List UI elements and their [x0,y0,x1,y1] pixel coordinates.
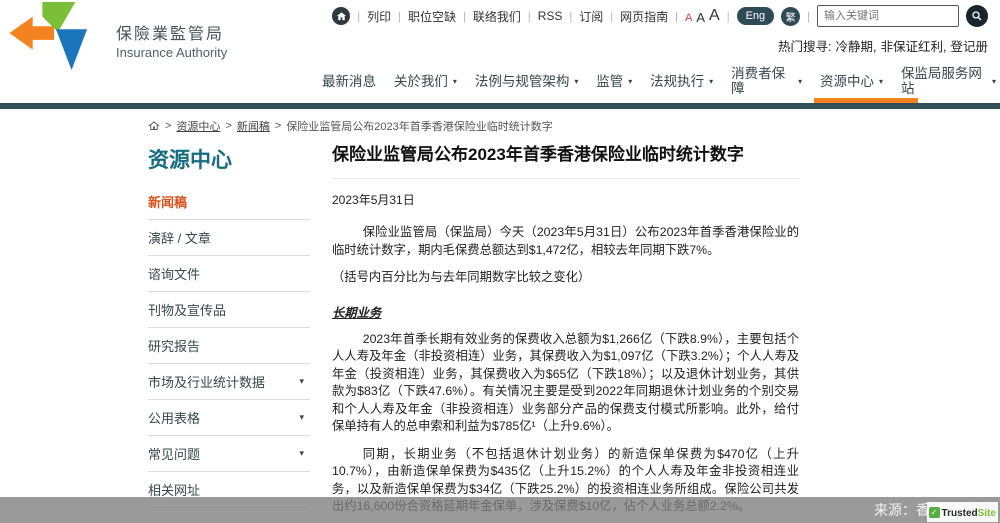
logo-title-en: Insurance Authority [116,45,227,60]
hot-search-term[interactable]: 非保证红利 [880,36,946,55]
nav-item-resource-centre[interactable]: 资源中心 ▾ [820,61,883,101]
main-nav: 最新消息 关於我们 ▾ 法例与规管架构 ▾ 监管 ▾ 法规执行 ▾ 消费者保障 … [322,61,996,101]
utility-bar: 列印 职位空缺 联络我们 RSS 订阅 网页指南 A A A Eng 繁 [332,5,988,27]
logo-title-zh: 保險業監管局 [116,20,227,44]
separator [807,9,810,23]
breadcrumb-link-press-releases[interactable]: 新闻稿 [237,118,270,134]
nav-item-ia-service-portal[interactable]: 保监局服务网站 ▾ [901,61,996,101]
sidebar-item-publications[interactable]: 刊物及宣传品 [148,292,310,328]
site-header: 保險業監管局 Insurance Authority 列印 职位空缺 联络我们 … [0,0,1000,103]
chevron-down-icon: ▾ [709,77,713,86]
logo[interactable]: 保險業監管局 Insurance Authority [6,2,227,70]
chevron-down-icon: ▾ [574,77,578,86]
separator [398,9,401,23]
chevron-down-icon: ▾ [299,412,308,423]
sidebar-item-research-reports[interactable]: 研究报告 [148,328,310,364]
chevron-down-icon: ▾ [453,77,457,86]
nav-item-legislation[interactable]: 法例与规管架构 ▾ [475,61,579,101]
page-title: 保险业监管局公布2023年首季香港保险业临时统计数字 [332,140,799,179]
page: 保險業監管局 Insurance Authority 列印 职位空缺 联络我们 … [0,0,1000,523]
hot-search: 热门搜寻: 冷静期 非保证红利 登记册 [778,36,988,55]
separator [727,9,730,23]
breadcrumb: > 资源中心 > 新闻稿 > 保险业监管局公布2023年首季香港保险业临时统计数… [0,109,1000,140]
article-paragraph: （括号内百分比为与去年同期数字比较之变化） [332,269,799,287]
section-heading-long-term-business: 长期业务 [332,303,799,321]
search-icon [971,10,983,22]
nav-item-enforcement[interactable]: 法规执行 ▾ [650,61,713,101]
separator [357,9,360,23]
nav-item-about[interactable]: 关於我们 ▾ [394,61,457,101]
chevron-down-icon: ▾ [628,77,632,86]
sidebar-item-faq[interactable]: 常见问题 ▾ [148,436,310,472]
lang-traditional-button[interactable]: 繁 [781,7,800,26]
link-rss[interactable]: RSS [538,9,563,23]
content-area: 资源中心 新闻稿 演辞 / 文章 谘询文件 刊物及宣传品 研究报告 市场及行业统… [0,140,1000,523]
separator [675,9,678,23]
chevron-down-icon: ▾ [992,77,996,86]
link-print[interactable]: 列印 [367,8,391,25]
trustedsite-badge[interactable]: ✓ TrustedSite [927,502,998,522]
sidebar-item-public-forms[interactable]: 公用表格 ▾ [148,400,310,436]
search-input[interactable] [817,5,959,27]
home-icon[interactable] [332,7,350,25]
font-size-controls: A A A [685,8,720,24]
article: 保险业监管局公布2023年首季香港保险业临时统计数字 2023年5月31日 保险… [332,140,799,523]
hot-search-term[interactable]: 冷静期 [835,36,876,55]
separator [569,9,572,23]
article-paragraph: 保险业监管局（保监局）今天（2023年5月31日）公布2023年首季香港保险业的… [332,224,799,259]
sidebar-item-market-statistics[interactable]: 市场及行业统计数据 ▾ [148,364,310,400]
nav-item-consumer-protection[interactable]: 消费者保障 ▾ [731,61,802,101]
breadcrumb-current: 保险业监管局公布2023年首季香港保险业临时统计数字 [286,118,552,134]
hot-search-term[interactable]: 登记册 [950,36,988,55]
link-subscribe[interactable]: 订阅 [579,8,603,25]
font-size-small-button[interactable]: A [685,13,692,24]
breadcrumb-home-icon[interactable] [148,120,160,132]
chevron-down-icon: ▾ [299,448,308,459]
house-glyph [336,11,347,22]
font-size-large-button[interactable]: A [709,8,720,24]
trustedsite-label: TrustedSite [942,503,996,521]
sidebar: 资源中心 新闻稿 演辞 / 文章 谘询文件 刊物及宣传品 研究报告 市场及行业统… [148,140,310,508]
link-sitemap[interactable]: 网页指南 [620,8,668,25]
breadcrumb-separator: > [275,120,281,132]
link-careers[interactable]: 职位空缺 [408,8,456,25]
breadcrumb-separator: > [225,120,231,132]
separator [463,9,466,23]
breadcrumb-separator: > [165,120,171,132]
sidebar-item-press-releases[interactable]: 新闻稿 [148,184,310,220]
chevron-down-icon: ▾ [299,376,308,387]
nav-item-news[interactable]: 最新消息 [322,61,376,101]
hot-search-label: 热门搜寻: [778,36,831,55]
sidebar-title: 资源中心 [148,144,310,174]
article-paragraph: 2023年首季长期有效业务的保费收入总额为$1,266亿（下跌8.9%），主要包… [332,331,799,436]
trustedsite-check-icon: ✓ [929,507,940,518]
article-date: 2023年5月31日 [332,191,799,208]
insurance-authority-logo-icon [6,2,106,70]
font-size-medium-button[interactable]: A [696,11,705,24]
nav-item-supervision[interactable]: 监管 ▾ [596,61,632,101]
chevron-down-icon: ▾ [879,77,883,86]
breadcrumb-link-resource-centre[interactable]: 资源中心 [176,118,220,134]
sidebar-item-speeches-articles[interactable]: 演辞 / 文章 [148,220,310,256]
chevron-down-icon: ▾ [798,77,802,86]
logo-text: 保險業監管局 Insurance Authority [116,20,227,70]
lang-english-button[interactable]: Eng [737,7,775,25]
link-contact[interactable]: 联络我们 [473,8,521,25]
search-button[interactable] [966,5,988,27]
separator [610,9,613,23]
source-attribution-bar: 来源：香港保监局 [0,497,1000,523]
sidebar-item-consultation-papers[interactable]: 谘询文件 [148,256,310,292]
separator [528,9,531,23]
